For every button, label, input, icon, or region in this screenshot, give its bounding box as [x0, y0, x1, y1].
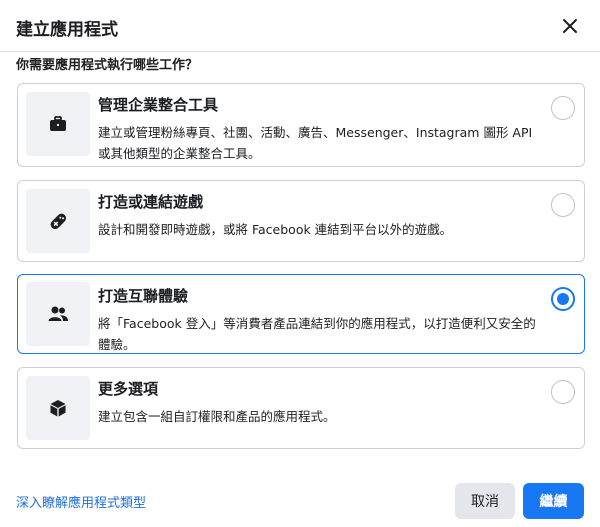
option-title: 管理企業整合工具 — [98, 96, 219, 114]
cube-icon — [50, 400, 66, 417]
option-title: 更多選項 — [98, 380, 159, 398]
option-manage-business[interactable]: 管理企業整合工具 建立或管理粉絲專頁、社團、活動、廣告、Messenger、In… — [17, 83, 585, 167]
option-description: 建立包含一組自訂權限和產品的應用程式。 — [98, 409, 336, 424]
continue-button[interactable]: 繼續 — [523, 483, 584, 519]
close-button[interactable] — [556, 12, 584, 40]
question-heading: 你需要應用程式執行哪些工作？ — [16, 58, 199, 73]
briefcase-icon — [50, 116, 66, 131]
option-icon-box — [26, 282, 90, 346]
option-icon-box — [26, 376, 90, 440]
close-icon — [563, 19, 577, 33]
option-title: 打造或連結遊戲 — [98, 193, 204, 211]
radio-button-selected[interactable] — [551, 287, 575, 311]
option-connected-experience[interactable]: 打造互聯體驗 將「Facebook 登入」等消費者產品連結到你的應用程式，以打造… — [17, 274, 585, 354]
gamepad-icon — [50, 213, 67, 230]
option-games[interactable]: 打造或連結遊戲 設計和開發即時遊戲，或將 Facebook 連結到平台以外的遊戲… — [17, 180, 585, 262]
cancel-button[interactable]: 取消 — [455, 483, 515, 519]
radio-button[interactable] — [551, 380, 575, 404]
option-icon-box — [26, 92, 90, 156]
option-title: 打造互聯體驗 — [98, 287, 189, 305]
learn-more-link[interactable]: 深入瞭解應用程式類型 — [16, 492, 146, 511]
dialog-header: 建立應用程式 — [0, 0, 600, 52]
option-description: 設計和開發即時遊戲，或將 Facebook 連結到平台以外的遊戲。 — [98, 222, 453, 237]
dialog-title: 建立應用程式 — [16, 20, 118, 40]
option-more[interactable]: 更多選項 建立包含一組自訂權限和產品的應用程式。 — [17, 367, 585, 449]
people-icon — [48, 306, 68, 321]
option-description: 將「Facebook 登入」等消費者產品連結到你的應用程式，以打造便利又安全的體… — [98, 316, 536, 352]
option-icon-box — [26, 189, 90, 253]
radio-button[interactable] — [551, 96, 575, 120]
radio-button[interactable] — [551, 193, 575, 217]
option-description: 建立或管理粉絲專頁、社團、活動、廣告、Messenger、Instagram 圖… — [98, 125, 533, 161]
